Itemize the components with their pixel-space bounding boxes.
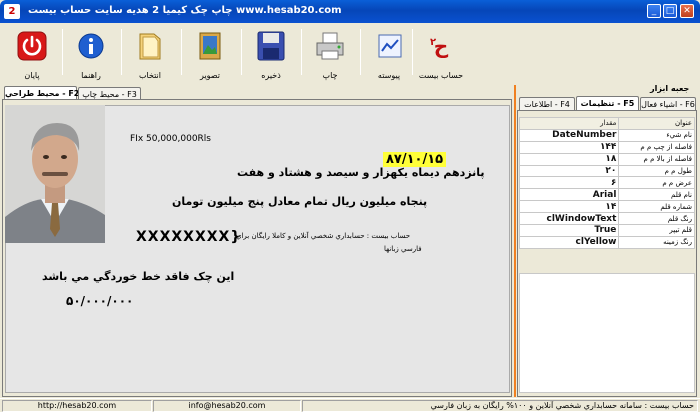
help-label: راهنما bbox=[81, 71, 101, 80]
property-key: نام قلم bbox=[618, 188, 695, 202]
property-row[interactable]: ۱۴۴ فاصله از چپ م م bbox=[518, 140, 695, 154]
close-button[interactable]: ✕ bbox=[680, 4, 694, 18]
save-label: ذخيره bbox=[261, 71, 281, 80]
property-row[interactable]: True قلم تيپر bbox=[518, 224, 695, 237]
minimize-button[interactable]: _ bbox=[647, 4, 661, 18]
property-value[interactable]: ۱۸ bbox=[518, 152, 620, 166]
portrait-photo[interactable] bbox=[5, 105, 105, 243]
property-key: نام شيء bbox=[618, 128, 695, 142]
status-bar: http://hesab20.com info@hesab20.com حساب… bbox=[0, 398, 700, 412]
title-bar[interactable]: 2 چاپ چک کیمیا 2 هدیه سایت حساب بیست www… bbox=[0, 0, 700, 23]
property-row[interactable]: ۱۸ فاصله از بالا م م bbox=[518, 152, 695, 166]
power-icon bbox=[17, 31, 47, 61]
floppy-disk-icon bbox=[257, 31, 285, 61]
amount-digits-field[interactable]: ۵۰/۰۰۰/۰۰۰ bbox=[66, 294, 133, 308]
exit-label: پايان bbox=[24, 71, 40, 80]
property-row[interactable]: DateNumber نام شيء bbox=[518, 128, 695, 142]
property-row[interactable]: ۱۴ شماره قلم bbox=[518, 200, 695, 214]
property-row[interactable]: ۲۰ طول م م bbox=[518, 164, 695, 178]
attach-label: پيوسته bbox=[377, 71, 401, 80]
print-button[interactable]: چاپ bbox=[305, 27, 355, 81]
app-window: 2 چاپ چک کیمیا 2 هدیه سایت حساب بیست www… bbox=[0, 0, 700, 412]
window-title: چاپ چک کیمیا 2 هدیه سایت حساب بیست www.h… bbox=[28, 5, 342, 16]
description-line-1[interactable]: حساب بيست : حسابداري شخصي آنلاين و كاملا… bbox=[236, 232, 410, 240]
toolbar-separator bbox=[360, 29, 361, 75]
grid-header-value: مقدار bbox=[518, 117, 620, 130]
hesab20-label: حساب بيست bbox=[418, 71, 464, 80]
property-row[interactable]: Arial نام قلم bbox=[518, 188, 695, 202]
toolbar-separator bbox=[62, 29, 63, 75]
save-button[interactable]: ذخيره bbox=[246, 27, 296, 81]
property-key: قلم تيپر bbox=[618, 224, 695, 237]
property-value[interactable]: ۱۴ bbox=[518, 200, 620, 214]
info-icon bbox=[78, 33, 104, 59]
property-key: فاصله از بالا م م bbox=[618, 152, 695, 166]
toolbar-separator bbox=[181, 29, 182, 75]
print-label: چاپ bbox=[322, 71, 338, 80]
status-message: حساب بيست : سامانه حسابداري شخصي آنلاين … bbox=[302, 400, 698, 412]
tab-active-objects[interactable]: اشياء فعال - F6 bbox=[640, 97, 696, 111]
app-icon: 2 bbox=[4, 4, 20, 19]
hesab20-logo-icon: ح ۲ bbox=[430, 34, 449, 58]
image-label: تصوير bbox=[200, 71, 220, 80]
payee-field[interactable]: XXXXXXXX} bbox=[136, 229, 241, 245]
toolbox-title: جعبه ابزار bbox=[650, 84, 690, 93]
tab-info[interactable]: اطلاعات - F4 bbox=[519, 97, 575, 111]
amount-label-text[interactable]: FIx 50,000,000Rls bbox=[130, 134, 211, 144]
property-value[interactable]: ۶ bbox=[518, 176, 620, 190]
select-button[interactable]: انتخاب bbox=[125, 27, 175, 81]
property-key: طول م م bbox=[618, 164, 695, 178]
panel-splitter[interactable] bbox=[514, 85, 516, 397]
property-value[interactable]: Arial bbox=[518, 188, 620, 202]
toolbar-separator bbox=[412, 29, 413, 75]
status-email: info@hesab20.com bbox=[153, 400, 301, 412]
attach-button[interactable]: پيوسته bbox=[364, 27, 414, 81]
maximize-button[interactable]: □ bbox=[663, 4, 677, 18]
chart-document-icon bbox=[378, 34, 402, 58]
description-line-2[interactable]: فارسي زبانها bbox=[384, 245, 422, 253]
hesab20-button[interactable]: ح ۲ حساب بيست bbox=[416, 27, 466, 81]
property-key: رنگ زمينه bbox=[618, 235, 695, 249]
grid-header-key: عنوان bbox=[618, 117, 695, 130]
property-row[interactable]: ۶ عرض م م bbox=[518, 176, 695, 190]
property-key: فاصله از چپ م م bbox=[618, 140, 695, 154]
no-cross-note-field[interactable]: اين چک فاقد خط خوردگي مي باشد bbox=[42, 270, 234, 283]
property-value[interactable]: ۲۰ bbox=[518, 164, 620, 178]
cheque-date-field[interactable]: ۸۷/۱۰/۱۵ bbox=[383, 152, 447, 167]
status-url: http://hesab20.com bbox=[2, 400, 152, 412]
picture-icon bbox=[199, 32, 221, 60]
folder-icon bbox=[139, 33, 161, 60]
property-key: عرض م م bbox=[618, 176, 695, 190]
properties-grid[interactable]: مقدار عنوان DateNumber نام شيء ۱۴۴ فاصله از… bbox=[518, 117, 695, 249]
select-label: انتخاب bbox=[139, 71, 161, 80]
exit-button[interactable]: پايان bbox=[7, 27, 57, 81]
property-row[interactable]: clWindowText رنگ قلم bbox=[518, 212, 695, 226]
property-value[interactable]: DateNumber bbox=[518, 128, 620, 142]
toolbar-separator bbox=[121, 29, 122, 75]
portrait-image bbox=[5, 105, 105, 243]
grid-empty-area bbox=[519, 273, 695, 393]
amount-in-words-field[interactable]: پنجاه ميليون ريال تمام معادل پنج ميليون … bbox=[172, 195, 427, 208]
property-value[interactable]: True bbox=[518, 224, 620, 237]
property-key: رنگ قلم bbox=[618, 212, 695, 226]
property-value[interactable]: clYellow bbox=[518, 235, 620, 249]
printer-icon bbox=[316, 32, 344, 60]
toolbar-separator bbox=[301, 29, 302, 75]
property-value[interactable]: ۱۴۴ bbox=[518, 140, 620, 154]
grid-header-row: مقدار عنوان bbox=[518, 117, 695, 130]
help-button[interactable]: راهنما bbox=[66, 27, 116, 81]
date-in-words-field[interactable]: پانزدهم ديماه يكهزار و سيصد و هشتاد و هف… bbox=[237, 166, 485, 179]
property-value[interactable]: clWindowText bbox=[518, 212, 620, 226]
toolbar: پايان راهنما انتخاب تصوير ذخيره چاپ پيوس… bbox=[0, 23, 700, 85]
property-key: شماره قلم bbox=[618, 200, 695, 214]
property-row[interactable]: clYellow رنگ زمينه bbox=[518, 235, 695, 249]
svg-text:۲: ۲ bbox=[430, 37, 436, 48]
image-button[interactable]: تصوير bbox=[185, 27, 235, 81]
toolbar-separator bbox=[241, 29, 242, 75]
